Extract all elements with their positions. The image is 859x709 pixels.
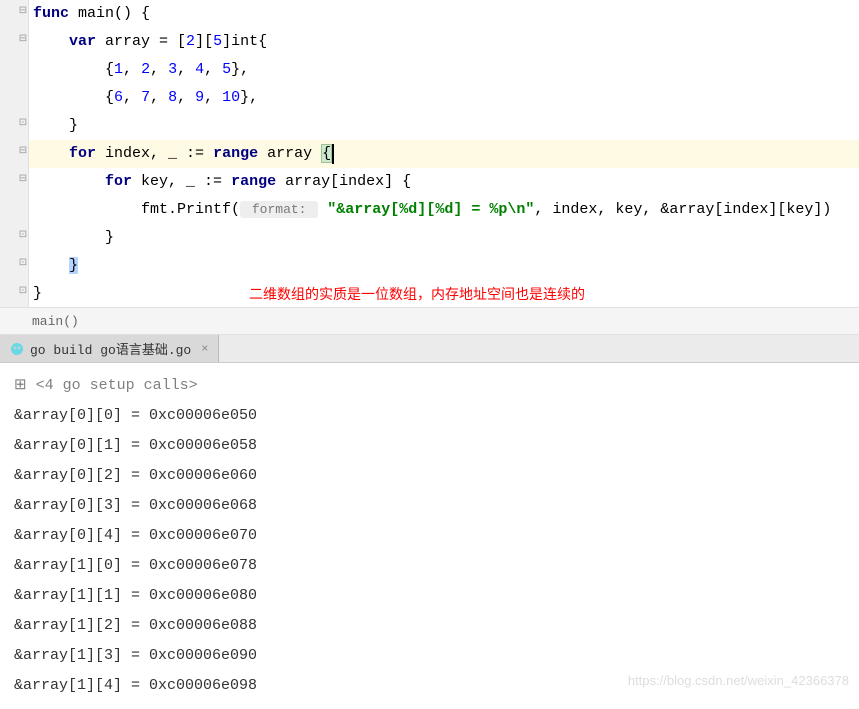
code-line: } [29,224,859,252]
run-tab-bar: go build go语言基础.go × [0,335,859,363]
run-tab-label: go build go语言基础.go [30,339,191,358]
fold-icon[interactable]: ⊟ [18,7,28,17]
fold-icon[interactable]: ⊡ [18,259,28,269]
code-line: var array = [2][5]int{ [29,28,859,56]
fold-icon[interactable]: ⊡ [18,119,28,129]
parameter-hint: format: [240,201,318,218]
console-line: &array[1][3] = 0xc00006e090 [14,641,859,671]
code-line: for key, _ := range array[index] { [29,168,859,196]
fold-icon[interactable]: ⊟ [18,175,28,185]
code-editor[interactable]: ⊟ ⊟ ⊡ ⊟ ⊟ ⊡ ⊡ ⊡ func main() { var array … [0,0,859,307]
code-content[interactable]: func main() { var array = [2][5]int{ {1,… [29,0,859,308]
code-line: } [29,112,859,140]
console-line: &array[0][1] = 0xc00006e058 [14,431,859,461]
fold-icon[interactable]: ⊟ [18,147,28,157]
console-line: &array[1][1] = 0xc00006e080 [14,581,859,611]
console-line: &array[0][0] = 0xc00006e050 [14,401,859,431]
code-line-active: for index, _ := range array { [29,140,859,168]
code-line: } [29,280,859,308]
text-cursor [332,144,334,164]
fold-icon[interactable]: ⊟ [18,35,28,45]
console-line: &array[1][2] = 0xc00006e088 [14,611,859,641]
fold-icon[interactable]: ⊡ [18,287,28,297]
run-tab-item[interactable]: go build go语言基础.go × [0,335,219,362]
breadcrumb[interactable]: main() [0,307,859,335]
close-icon[interactable]: × [201,342,208,356]
go-icon [10,342,24,356]
code-line: fmt.Printf( format: "&array[%d][%d] = %p… [29,196,859,224]
console-line: &array[0][2] = 0xc00006e060 [14,461,859,491]
code-line: {1, 2, 3, 4, 5}, [29,56,859,84]
code-line: } [29,252,859,280]
breadcrumb-item[interactable]: main() [32,314,79,329]
code-line: {6, 7, 8, 9, 10}, [29,84,859,112]
watermark: https://blog.csdn.net/weixin_42366378 [628,673,849,688]
console-line: &array[0][3] = 0xc00006e068 [14,491,859,521]
console-line: ⊞ <4 go setup calls> [14,371,859,401]
console-line: &array[1][0] = 0xc00006e078 [14,551,859,581]
code-line: func main() { [29,0,859,28]
editor-gutter: ⊟ ⊟ ⊡ ⊟ ⊟ ⊡ ⊡ ⊡ [0,0,29,307]
fold-icon[interactable]: ⊡ [18,231,28,241]
console-line: &array[0][4] = 0xc00006e070 [14,521,859,551]
console-output[interactable]: ⊞ <4 go setup calls> &array[0][0] = 0xc0… [0,363,859,709]
